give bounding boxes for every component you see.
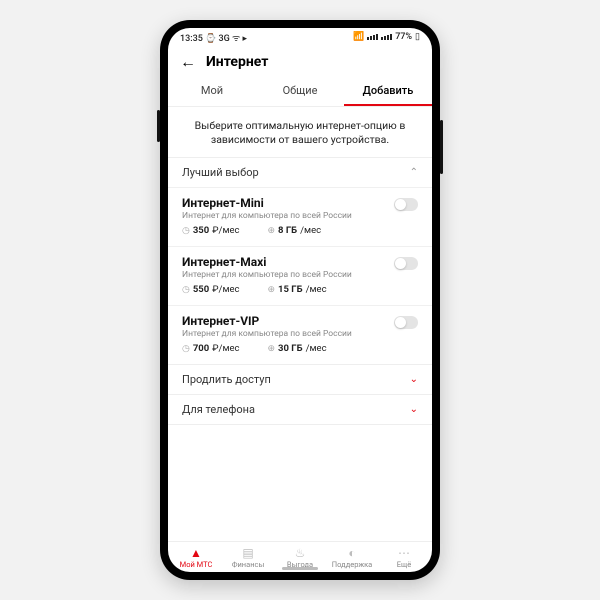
chevron-down-icon: ⌄ [410, 404, 418, 415]
nav-more[interactable]: ⋯ Ещё [378, 547, 430, 569]
fire-icon: ♨ [274, 547, 326, 559]
plan-subtitle: Интернет для компьютера по всей России [182, 270, 418, 280]
page-title: Интернет [206, 54, 268, 70]
price-unit: ₽/мес [212, 284, 239, 295]
tab-add[interactable]: Добавить [344, 76, 432, 106]
plan-subtitle: Интернет для компьютера по всей России [182, 329, 418, 339]
plan-data: ⊕ 15 ГБ /мес [268, 284, 327, 295]
status-right: 📶 77% ▯ [353, 32, 420, 42]
data-unit: /мес [300, 225, 321, 236]
globe-icon: ⊕ [268, 285, 276, 295]
nav-support[interactable]: ◐ Поддержка [326, 547, 378, 569]
intro-text: Выберите оптимальную интернет-опцию в за… [168, 107, 432, 157]
section-phone[interactable]: Для телефона ⌄ [168, 394, 432, 425]
nav-label: Финансы [222, 560, 274, 569]
price-value: 700 [193, 343, 209, 354]
home-indicator[interactable] [282, 567, 318, 570]
tabs: Мой Общие Добавить [168, 76, 432, 107]
headset-icon: ◐ [326, 547, 378, 559]
signal-icon [367, 34, 378, 40]
card-icon: ▤ [222, 547, 274, 559]
nav-label: Мой МТС [170, 560, 222, 569]
plan-mini[interactable]: Интернет-Mini Интернет для компьютера по… [168, 187, 432, 246]
screen: 13:35 ⌚ 3G ᯤ ▸ 📶 77% ▯ ← Интернет Мой Об… [168, 28, 432, 572]
plan-price: ◷ 700 ₽/мес [182, 343, 240, 354]
plan-title: Интернет-VIP [182, 314, 418, 328]
section-extend[interactable]: Продлить доступ ⌄ [168, 364, 432, 394]
phone-frame: 13:35 ⌚ 3G ᯤ ▸ 📶 77% ▯ ← Интернет Мой Об… [160, 20, 440, 580]
plan-toggle[interactable] [394, 257, 418, 270]
globe-icon: ⊕ [268, 226, 276, 236]
plan-title: Интернет-Maxi [182, 255, 418, 269]
more-icon: ⋯ [378, 547, 430, 559]
phone-button-left [157, 110, 160, 142]
plan-toggle[interactable] [394, 198, 418, 211]
plan-subtitle: Интернет для компьютера по всей России [182, 211, 418, 221]
ruble-icon: ◷ [182, 344, 190, 354]
content: Выберите оптимальную интернет-опцию в за… [168, 107, 432, 541]
signal-icon-2 [381, 34, 392, 40]
tab-my[interactable]: Мой [168, 76, 256, 106]
nav-benefit[interactable]: ♨ Выгода [274, 547, 326, 569]
globe-icon: ⊕ [268, 344, 276, 354]
status-chat-icon: ⌚ 3G ᯤ ▸ [205, 34, 247, 44]
nav-label: Поддержка [326, 560, 378, 569]
status-left: 13:35 ⌚ 3G ᯤ ▸ [180, 31, 247, 44]
plan-data: ⊕ 30 ГБ /мес [268, 343, 327, 354]
plan-metrics: ◷ 550 ₽/мес ⊕ 15 ГБ /мес [182, 284, 418, 295]
nav-finance[interactable]: ▤ Финансы [222, 547, 274, 569]
plan-data: ⊕ 8 ГБ /мес [268, 225, 322, 236]
plan-metrics: ◷ 700 ₽/мес ⊕ 30 ГБ /мес [182, 343, 418, 354]
section-label: Лучший выбор [182, 166, 259, 179]
plan-price: ◷ 350 ₽/мес [182, 225, 240, 236]
chevron-up-icon: ⌃ [410, 167, 418, 178]
section-best-choice[interactable]: Лучший выбор ⌃ [168, 157, 432, 187]
chevron-down-icon: ⌄ [410, 374, 418, 385]
price-value: 350 [193, 225, 209, 236]
phone-button-right [440, 120, 443, 174]
status-bar: 13:35 ⌚ 3G ᯤ ▸ 📶 77% ▯ [168, 28, 432, 46]
price-value: 550 [193, 284, 209, 295]
data-unit: /мес [306, 343, 327, 354]
section-label: Продлить доступ [182, 373, 271, 386]
plan-maxi[interactable]: Интернет-Maxi Интернет для компьютера по… [168, 246, 432, 305]
nav-label: Ещё [378, 560, 430, 569]
app-header: ← Интернет [168, 46, 432, 76]
tab-shared[interactable]: Общие [256, 76, 344, 106]
price-unit: ₽/мес [212, 343, 239, 354]
battery-text: 77% [395, 32, 412, 42]
nav-my-mts[interactable]: ▲ Мой МТС [170, 547, 222, 569]
plan-title: Интернет-Mini [182, 196, 418, 210]
data-value: 15 ГБ [278, 284, 303, 295]
data-value: 30 ГБ [278, 343, 303, 354]
volte-icon: 📶 [353, 32, 364, 42]
ruble-icon: ◷ [182, 285, 190, 295]
ruble-icon: ◷ [182, 226, 190, 236]
price-unit: ₽/мес [212, 225, 239, 236]
back-arrow-icon[interactable]: ← [180, 52, 196, 72]
plan-price: ◷ 550 ₽/мес [182, 284, 240, 295]
status-time: 13:35 [180, 34, 203, 44]
plan-vip[interactable]: Интернет-VIP Интернет для компьютера по … [168, 305, 432, 364]
data-value: 8 ГБ [278, 225, 297, 236]
section-label: Для телефона [182, 403, 255, 416]
data-unit: /мес [306, 284, 327, 295]
person-icon: ▲ [170, 547, 222, 559]
plan-metrics: ◷ 350 ₽/мес ⊕ 8 ГБ /мес [182, 225, 418, 236]
battery-icon: ▯ [415, 32, 420, 42]
plan-toggle[interactable] [394, 316, 418, 329]
